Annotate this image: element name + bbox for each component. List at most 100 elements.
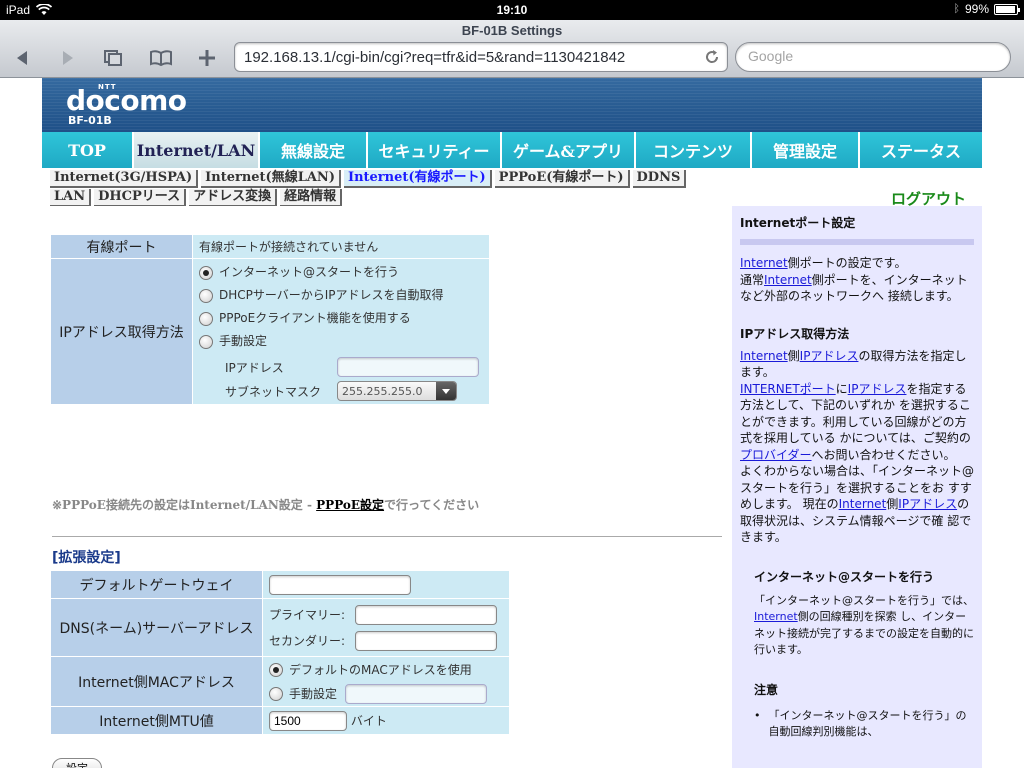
help-text: 側 — [787, 348, 800, 363]
submit-button[interactable]: 設定 — [52, 758, 102, 768]
clock: 19:10 — [496, 3, 528, 17]
gateway-input[interactable] — [269, 574, 411, 595]
tabs-button[interactable] — [98, 46, 128, 70]
wired-port-table: 有線ポート 有線ポートが接続されていません IPアドレス取得方法 インターネット… — [50, 234, 490, 405]
radio-button[interactable] — [269, 686, 283, 701]
radio-button[interactable] — [199, 288, 213, 303]
ip-address-label: IPアドレス — [225, 360, 284, 375]
back-arrow-icon — [17, 51, 27, 65]
status-bar: iPad 19:10 ᛒ 99% — [0, 0, 1024, 20]
help-link-internet[interactable]: Internet — [740, 349, 788, 363]
radio-internet-start[interactable]: インターネット@スタートを行う — [199, 263, 489, 286]
mac-label: Internet側MACアドレス — [50, 656, 263, 707]
main-nav: TOP Internet/LAN 無線設定 セキュリティー ゲーム&アプリ コン… — [42, 132, 982, 168]
subnet-mask-label: サブネットマスク — [225, 384, 322, 399]
radio-dhcp[interactable]: DHCPサーバーからIPアドレスを自動取得 — [199, 286, 489, 309]
forward-button[interactable] — [52, 46, 82, 70]
sub-nav: Internet(3G/HSPA) Internet(無線LAN) Intern… — [50, 170, 750, 208]
help-link-internet[interactable]: Internet — [839, 497, 887, 511]
help-link-internet[interactable]: Internet — [740, 256, 788, 270]
url-text: 192.168.13.1/cgi-bin/cgi?req=tfr&id=5&ra… — [244, 49, 626, 66]
dns-secondary-label: セカンダリー: — [269, 634, 346, 648]
help-link-internet[interactable]: Internet — [764, 273, 812, 287]
radio-label: DHCPサーバーからIPアドレスを自動取得 — [219, 288, 444, 302]
mtu-label: Internet側MTU値 — [50, 706, 263, 735]
chevron-down-icon — [436, 382, 456, 400]
help-link-internet[interactable]: Internet — [754, 610, 798, 623]
radio-label: インターネット@スタートを行う — [219, 265, 400, 279]
site-header: NTT docomo BF-01B — [42, 78, 982, 132]
radio-button[interactable] — [199, 311, 213, 326]
model-name: BF-01B — [68, 114, 112, 127]
bullet-icon: • — [754, 708, 761, 722]
help-link-provider[interactable]: プロバイダー — [740, 448, 812, 462]
extended-settings-heading: [拡張設定] — [52, 550, 121, 566]
tab-game-app[interactable]: ゲーム&アプリ — [502, 132, 636, 168]
search-bar[interactable] — [735, 42, 1011, 72]
tab-top[interactable]: TOP — [42, 132, 134, 168]
subtab-lan[interactable]: LAN — [50, 189, 92, 207]
dns-primary-input[interactable] — [355, 604, 497, 625]
help-link-ip-address[interactable]: IPアドレス — [800, 349, 859, 363]
ip-address-input[interactable] — [337, 357, 479, 377]
subtab-nat[interactable]: アドレス変換 — [189, 189, 278, 207]
subtab-internet-3g[interactable]: Internet(3G/HSPA) — [50, 170, 199, 188]
radio-button-selected[interactable] — [199, 265, 213, 280]
wired-port-label: 有線ポート — [50, 234, 193, 259]
subtab-pppoe[interactable]: PPPoE(有線ポート) — [494, 170, 630, 188]
tab-contents[interactable]: コンテンツ — [636, 132, 752, 168]
mtu-unit: バイト — [350, 713, 387, 728]
pages-icon — [104, 50, 122, 66]
tab-wireless[interactable]: 無線設定 — [260, 132, 368, 168]
subtab-internet-wlan[interactable]: Internet(無線LAN) — [201, 170, 341, 188]
tab-admin[interactable]: 管理設定 — [752, 132, 860, 168]
help-text: へお問い合わせください。 — [811, 447, 956, 462]
search-input[interactable] — [748, 48, 998, 64]
tab-internet-lan[interactable]: Internet/LAN — [134, 132, 260, 168]
bookmarks-button[interactable] — [146, 46, 176, 70]
dns-secondary-input[interactable] — [355, 630, 497, 651]
help-title-bar — [740, 239, 974, 245]
ip-method-label: IPアドレス取得方法 — [50, 258, 193, 405]
help-note-heading: 注意 — [754, 682, 779, 697]
help-link-internet-port[interactable]: INTERNETポート — [740, 382, 836, 396]
address-bar[interactable]: 192.168.13.1/cgi-bin/cgi?req=tfr&id=5&ra… — [234, 42, 728, 72]
subnet-mask-select[interactable]: 255.255.255.0 — [337, 381, 457, 401]
subtab-ddns[interactable]: DDNS — [632, 170, 687, 188]
tab-security[interactable]: セキュリティー — [368, 132, 502, 168]
pppoe-settings-link[interactable]: PPPoE設定 — [316, 498, 384, 512]
subtab-dhcp-lease[interactable]: DHCPリース — [94, 189, 187, 207]
subtab-routing[interactable]: 経路情報 — [280, 189, 343, 207]
help-text: 通常 — [740, 272, 765, 287]
mtu-input[interactable] — [269, 710, 347, 731]
radio-pppoe[interactable]: PPPoEクライアント機能を使用する — [199, 309, 489, 332]
help-text: 「インターネット@スタートを行う」の自動回線判別機能は、 — [768, 708, 967, 739]
tab-status[interactable]: ステータス — [860, 132, 982, 168]
subtab-internet-wired[interactable]: Internet(有線ポート) — [343, 170, 492, 188]
help-text: に — [835, 381, 848, 396]
help-link-ip-address[interactable]: IPアドレス — [848, 382, 907, 396]
battery-icon — [994, 3, 1020, 15]
radio-mac-default[interactable]: デフォルトのMACアドレスを使用 — [269, 658, 509, 682]
radio-manual[interactable]: 手動設定 — [199, 332, 489, 355]
extended-settings-table: デフォルトゲートウェイ DNS(ネーム)サーバーアドレス プライマリー: セカン… — [50, 570, 510, 735]
help-internet-start-heading: インターネット@スタートを行う — [754, 569, 935, 584]
radio-label: PPPoEクライアント機能を使用する — [219, 311, 411, 325]
help-note-item: • 「インターネット@スタートを行う」の自動回線判別機能は、 — [754, 708, 974, 741]
add-bookmark-button[interactable] — [192, 46, 222, 70]
reload-icon[interactable] — [703, 48, 721, 66]
radio-button[interactable] — [199, 334, 213, 349]
content-area: 有線ポート 有線ポートが接続されていません IPアドレス取得方法 インターネット… — [42, 206, 732, 768]
help-title: Internetポート設定 — [740, 216, 856, 230]
back-button[interactable] — [8, 46, 38, 70]
radio-button-selected[interactable] — [269, 662, 283, 677]
divider — [52, 536, 722, 537]
browser-page-title: BF-01B Settings — [461, 23, 563, 38]
subnet-mask-value: 255.255.255.0 — [342, 385, 423, 398]
router-settings-page: NTT docomo BF-01B TOP Internet/LAN 無線設定 … — [42, 78, 982, 768]
help-link-ip-address[interactable]: IPアドレス — [898, 497, 957, 511]
mac-address-input[interactable] — [345, 683, 487, 704]
dns-primary-label: プライマリー: — [269, 608, 346, 622]
radio-mac-manual[interactable]: 手動設定 — [269, 682, 509, 706]
help-internet-start-text: 「インターネット@スタートを行う」では、Internet側の回線種別を探索 し、… — [754, 593, 974, 659]
